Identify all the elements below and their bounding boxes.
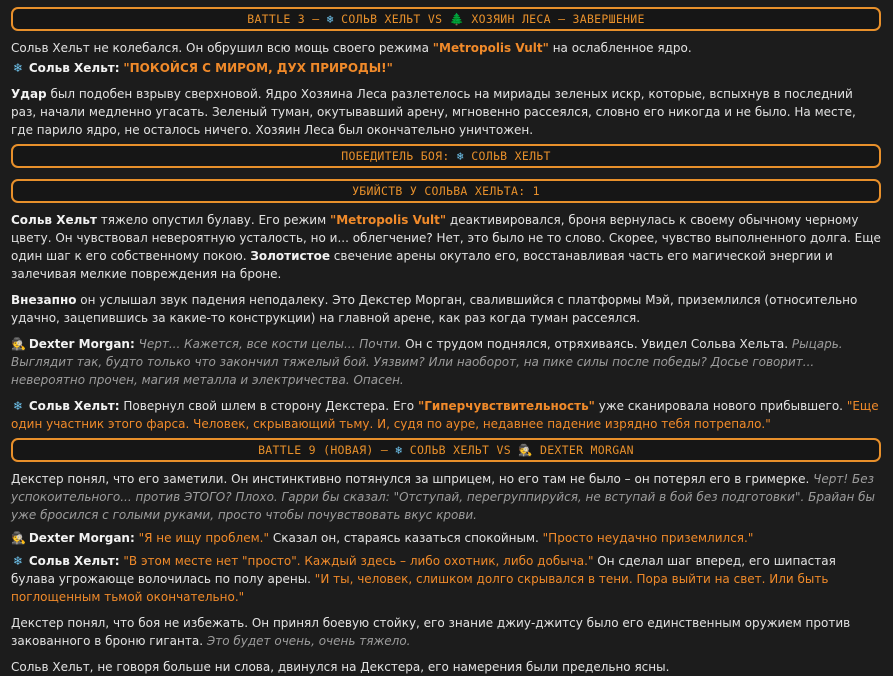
paragraph: Декстер понял, что боя не избежать. Он п… <box>11 614 881 650</box>
paragraph: Сольв Хельт не колебался. Он обрушил всю… <box>11 39 881 57</box>
text: Сказал он, стараясь казаться спокойным. <box>269 531 543 545</box>
text: тяжело опустил булаву. Его режим <box>96 213 330 227</box>
text: уже сканировала нового прибывшего. <box>594 399 847 413</box>
text: он услышал звук падения неподалеку. Это … <box>11 293 858 325</box>
banner-text: СОЛЬВ ХЕЛЬТ VS <box>402 443 519 457</box>
thought: Это будет очень, очень тяжело. <box>206 634 411 648</box>
banner-text: BATTLE 3 – <box>247 12 327 26</box>
snowflake-icon: ❄ <box>12 554 24 568</box>
bold-text: Удар <box>11 87 47 101</box>
detective-icon: 🕵 <box>11 337 26 351</box>
speech-line: ❄ Сольв Хельт: "В этом месте нет "просто… <box>11 552 881 606</box>
speaker-name: Сольв Хельт: <box>28 61 120 75</box>
banner-text: DEXTER MORGAN <box>532 443 634 457</box>
speaker-name: Сольв Хельт: <box>28 554 120 568</box>
paragraph: Сольв Хельт, не говоря больше ни слова, … <box>11 658 881 676</box>
detective-icon: 🕵 <box>518 443 533 457</box>
banner-text: СОЛЬВ ХЕЛЬТ VS <box>341 12 450 26</box>
speech-line: ❄ Сольв Хельт: Повернул свой шлем в стор… <box>11 397 881 433</box>
speaker-name: Сольв Хельт: <box>28 399 120 413</box>
speech-line: 🕵 Dexter Morgan: Черт... Кажется, все ко… <box>11 335 881 389</box>
battle-9-banner: BATTLE 9 (НОВАЯ) – ❄ СОЛЬВ ХЕЛЬТ VS 🕵 DE… <box>11 438 881 462</box>
snowflake-icon: ❄ <box>12 61 24 75</box>
text: на ослабленное ядро. <box>548 41 692 55</box>
speaker-name: Dexter Morgan: <box>28 531 135 545</box>
paragraph: Удар был подобен взрыву сверхновой. Ядро… <box>11 85 881 139</box>
quote: "Metropolis Vult" <box>329 213 447 227</box>
text: Повернул свой шлем в сторону Декстера. Е… <box>119 399 418 413</box>
text: Сольв Хельт, не говоря больше ни слова, … <box>11 660 670 674</box>
snowflake-icon: ❄ <box>326 12 334 26</box>
quote: "В этом месте нет "просто". Каждый здесь… <box>123 554 594 568</box>
snowflake-icon: ❄ <box>12 399 24 413</box>
quote: "Отступай, перегруппируйся, не вступай в… <box>393 490 801 504</box>
paragraph: Внезапно он услышал звук падения неподал… <box>11 291 881 327</box>
quote: "Я не ищу проблем." <box>138 531 269 545</box>
bold-text: Внезапно <box>11 293 77 307</box>
quote: "Metropolis Vult" <box>432 41 549 55</box>
quote: "Просто неудачно приземлился." <box>542 531 754 545</box>
text: был подобен взрыву сверхновой. Ядро Хозя… <box>11 87 856 137</box>
bold-text: Золотистое <box>250 249 330 263</box>
text: Декстер понял, что его заметили. Он инст… <box>11 472 814 486</box>
winner-banner: ПОБЕДИТЕЛЬ БОЯ: ❄ СОЛЬВ ХЕЛЬТ <box>11 144 881 168</box>
tree-icon: 🌲 <box>449 12 465 26</box>
chat-content: BATTLE 3 – ❄ СОЛЬВ ХЕЛЬТ VS 🌲 ХОЗЯИН ЛЕС… <box>0 0 893 676</box>
speech-line: ❄ Сольв Хельт: "ПОКОЙСЯ С МИРОМ, ДУХ ПРИ… <box>11 59 881 77</box>
banner-text: BATTLE 9 (НОВАЯ) – <box>258 443 396 457</box>
speech-line: 🕵 Dexter Morgan: "Я не ищу проблем." Ска… <box>11 529 881 547</box>
detective-icon: 🕵 <box>11 531 26 545</box>
battle-3-banner: BATTLE 3 – ❄ СОЛЬВ ХЕЛЬТ VS 🌲 ХОЗЯИН ЛЕС… <box>11 7 881 31</box>
snowflake-icon: ❄ <box>395 443 403 457</box>
snowflake-icon: ❄ <box>456 149 465 163</box>
bold-text: Сольв Хельт <box>11 213 97 227</box>
paragraph: Декстер понял, что его заметили. Он инст… <box>11 470 881 524</box>
thought: Черт... Кажется, все кости целы... Почти… <box>138 337 402 351</box>
text: Он с трудом поднялся, отряхиваясь. Увиде… <box>401 337 792 351</box>
banner-text: СОЛЬВ ХЕЛЬТ <box>464 149 551 163</box>
quote: "ПОКОЙСЯ С МИРОМ, ДУХ ПРИРОДЫ!" <box>123 61 393 75</box>
text: Декстер понял, что боя не избежать. Он п… <box>11 616 851 648</box>
quote: "Гиперчувствительность" <box>417 399 595 413</box>
speaker-name: Dexter Morgan: <box>28 337 135 351</box>
paragraph: Сольв Хельт тяжело опустил булаву. Его р… <box>11 211 881 283</box>
banner-text: ХОЗЯИН ЛЕСА – ЗАВЕРШЕНИЕ <box>464 12 645 26</box>
text: Сольв Хельт не колебался. Он обрушил всю… <box>11 41 433 55</box>
banner-text: ПОБЕДИТЕЛЬ БОЯ: <box>341 149 457 163</box>
kills-banner: УБИЙСТВ У СОЛЬВА ХЕЛЬТА: 1 <box>11 179 881 203</box>
